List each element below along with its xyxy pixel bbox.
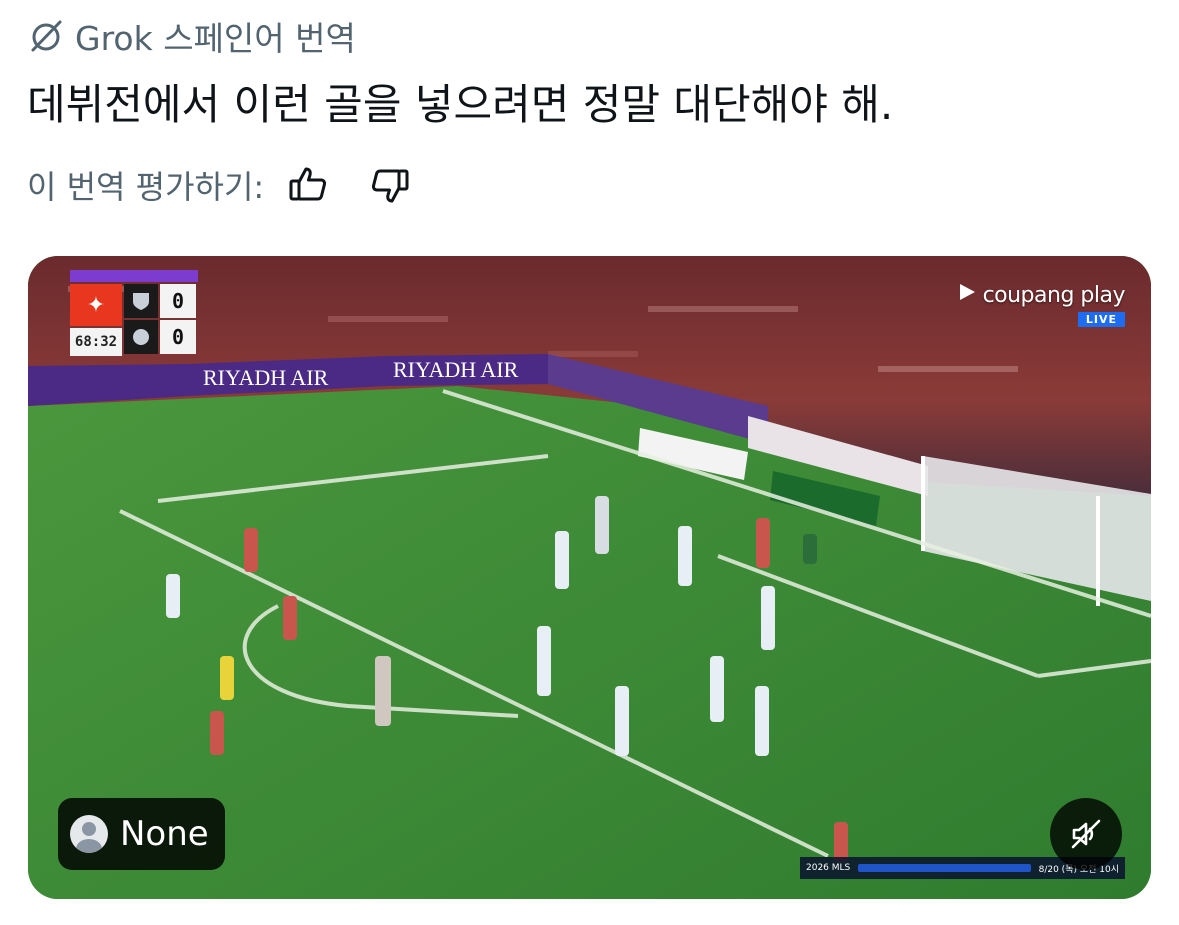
league-logo-icon: ✦ <box>70 284 122 326</box>
grok-translation-header: Grok 스페인어 번역 <box>27 14 356 58</box>
ticker-bar <box>858 864 1031 872</box>
broadcaster-logo: coupang play LIVE <box>957 282 1126 327</box>
video-player[interactable]: RIYADH AIR RIYADH AIR ✦ 0 0 68:32 coupang… <box>28 256 1151 899</box>
scorebug-header-strip <box>70 270 198 282</box>
translated-text: 데뷔전에서 이런 골을 넣으려면 정말 대단해야 해. <box>27 80 894 129</box>
mute-toggle-button[interactable] <box>1050 798 1122 870</box>
ad-board-text: RIYADH AIR <box>393 357 519 382</box>
home-team-crest-icon <box>124 284 158 318</box>
thumbs-down-icon <box>372 169 409 203</box>
translated-post: Grok 스페인어 번역 데뷔전에서 이런 골을 넣으려면 정말 대단해야 해.… <box>0 0 1179 925</box>
thumbs-down-button[interactable] <box>368 163 412 207</box>
match-clock: 68:32 <box>70 328 122 356</box>
away-score: 0 <box>160 320 196 354</box>
live-badge: LIVE <box>1077 312 1125 327</box>
ticker-left-text: 2026 MLS <box>806 863 851 873</box>
grok-slash-circle-icon <box>27 17 65 55</box>
ad-board-text: RIYADH AIR <box>203 365 329 390</box>
user-tag-chip[interactable]: None <box>58 798 225 870</box>
away-team-crest-icon <box>124 320 158 354</box>
home-score: 0 <box>160 284 196 318</box>
grok-translation-label: Grok 스페인어 번역 <box>75 19 356 58</box>
rate-translation-label: 이 번역 평가하기: <box>27 168 265 206</box>
rate-translation-row: 이 번역 평가하기: <box>27 160 412 210</box>
thumbs-up-icon <box>289 167 327 201</box>
play-triangle-icon <box>957 282 977 308</box>
thumbs-up-button[interactable] <box>286 163 330 207</box>
broadcaster-name: coupang play <box>982 282 1126 308</box>
speaker-muted-icon <box>1071 819 1101 849</box>
user-tag-label: None <box>120 814 209 854</box>
default-avatar-icon <box>70 815 108 853</box>
scorebug: ✦ 0 0 68:32 <box>70 270 198 356</box>
